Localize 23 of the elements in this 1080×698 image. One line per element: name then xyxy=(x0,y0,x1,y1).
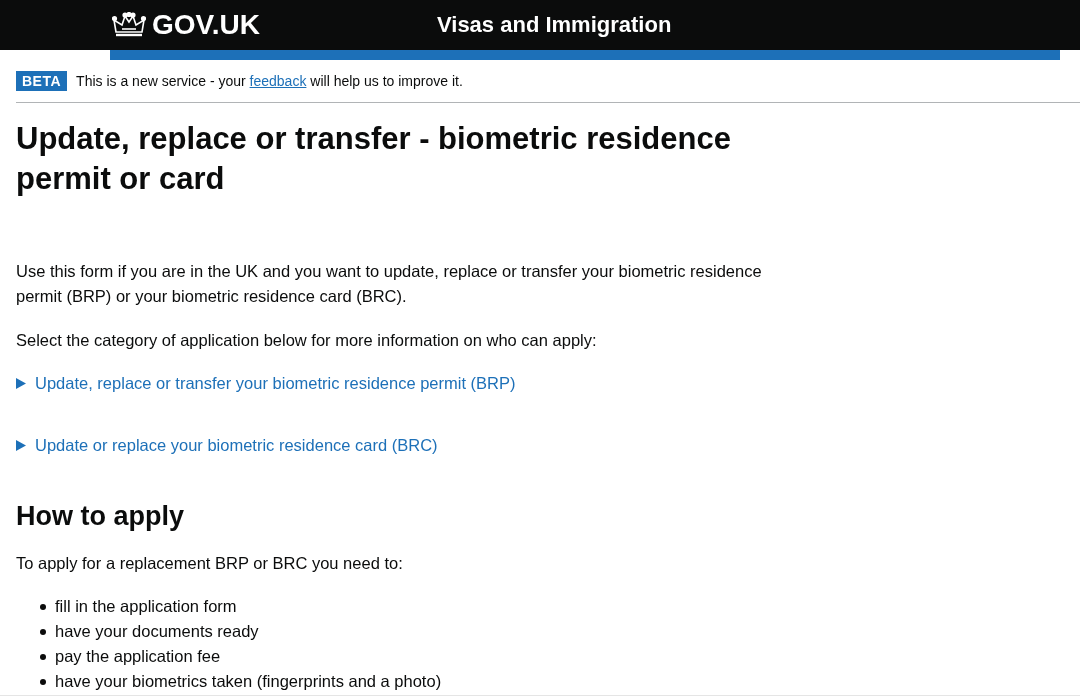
crown-icon xyxy=(112,12,146,38)
beta-message: This is a new service - your feedback will help us to improve it. xyxy=(76,72,463,91)
bullet-icon xyxy=(40,678,46,685)
beta-tag: BETA xyxy=(16,71,68,91)
select-prompt: Select the category of application below for more information on who can apply: xyxy=(16,330,597,351)
details-summary-link[interactable]: Update or replace your biometric residence card (BRC) xyxy=(16,433,438,458)
list-item-text: pay the application fee xyxy=(55,646,221,667)
bullet-icon xyxy=(40,653,46,660)
intro-text: Use this form if you are in the UK and you want to update, replace or transfer your biometric residence permit (BRP) or your biometric residence card (BRC). xyxy=(16,261,763,307)
list-item-text: have your biometrics taken (fingerprints and a photo) xyxy=(55,671,442,692)
feedback-link[interactable]: feedback xyxy=(249,73,307,89)
caret-right-icon xyxy=(16,440,26,451)
bullet-icon xyxy=(40,628,46,635)
details-summary-link[interactable]: Update, replace or transfer your biometric residence permit (BRP) xyxy=(16,371,516,396)
list-item-text: have your documents ready xyxy=(55,621,259,642)
page-title: Update, replace or transfer - biometric residence permit or card xyxy=(16,120,732,198)
list-item-text: fill in the application form xyxy=(55,596,237,617)
section-heading: How to apply xyxy=(16,500,184,533)
service-name-link[interactable]: Visas and Immigration xyxy=(437,14,672,36)
caret-right-icon xyxy=(16,378,26,389)
section-intro: To apply for a replacement BRP or BRC you need to: xyxy=(16,553,403,574)
bullet-icon xyxy=(40,603,46,610)
govuk-logo-link[interactable]: GOV.UK xyxy=(112,11,260,39)
